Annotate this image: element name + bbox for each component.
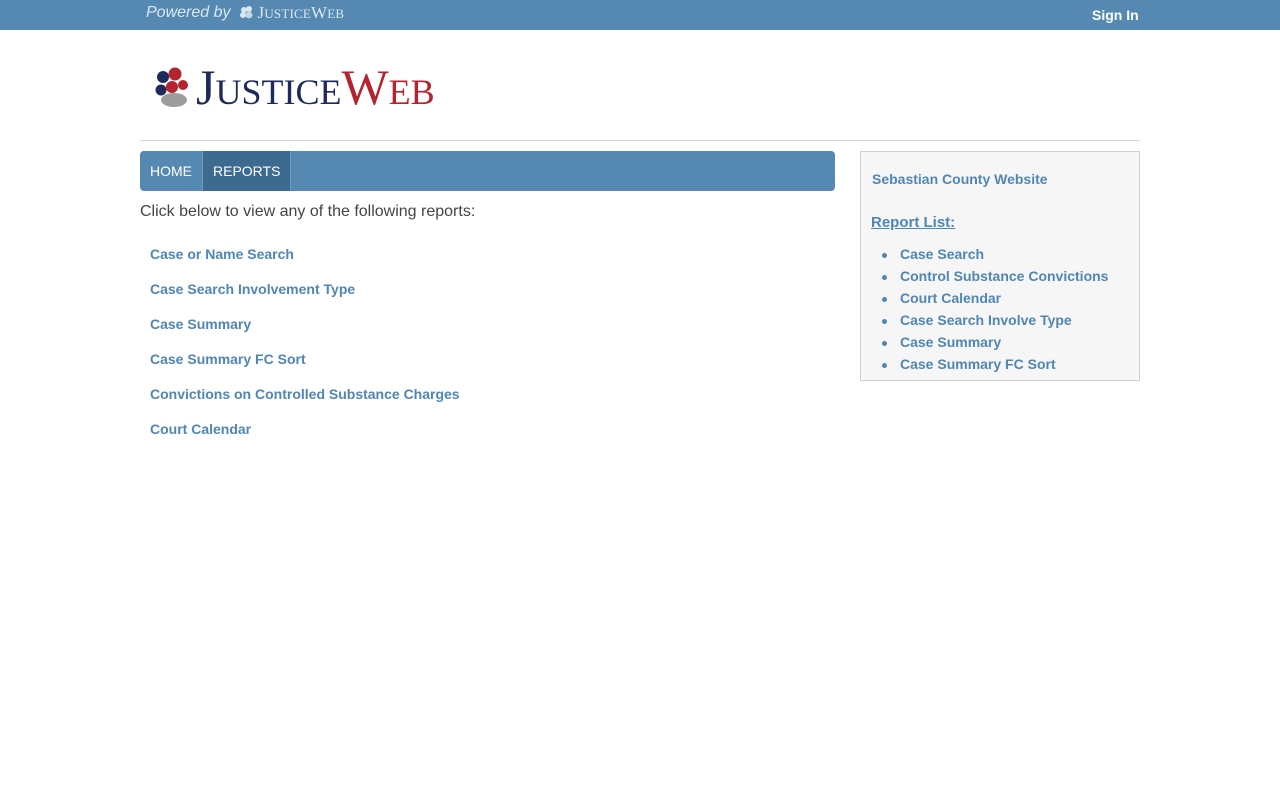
- report-links-list: Case or Name Search Case Search Involvem…: [150, 246, 460, 456]
- report-link-court-calendar[interactable]: Court Calendar: [150, 421, 251, 437]
- list-item: Case Search Involve Type: [881, 312, 1108, 334]
- list-item: Case Summary: [881, 334, 1108, 356]
- sidebar-link-control-substance-convictions[interactable]: Control Substance Convictions: [900, 268, 1108, 284]
- list-item: Court Calendar: [150, 421, 460, 456]
- county-website-link[interactable]: Sebastian County Website: [872, 171, 1048, 187]
- logo-text: JUSTICEWEB: [196, 59, 435, 115]
- report-link-case-summary-fc-sort[interactable]: Case Summary FC Sort: [150, 351, 306, 367]
- powered-by-text: Powered by: [146, 4, 231, 21]
- report-link-controlled-substance-convictions[interactable]: Convictions on Controlled Substance Char…: [150, 386, 460, 402]
- sidebar-report-list: Case Search Control Substance Conviction…: [881, 246, 1108, 378]
- mini-justiceweb-logo: JUSTICEWEB: [239, 3, 345, 23]
- justiceweb-emblem-icon: [239, 6, 252, 19]
- justiceweb-emblem-icon: [155, 67, 188, 107]
- report-list-heading: Report List:: [871, 214, 956, 231]
- sidebar-panel: Sebastian County Website Report List: Ca…: [860, 151, 1140, 381]
- sidebar-link-court-calendar[interactable]: Court Calendar: [900, 290, 1001, 306]
- top-bar: Powered by JUSTICEWEB Sign In: [0, 0, 1280, 30]
- sidebar-link-case-summary[interactable]: Case Summary: [900, 334, 1001, 350]
- report-link-case-or-name-search[interactable]: Case or Name Search: [150, 246, 294, 262]
- list-item: Case Search: [881, 246, 1108, 268]
- list-item: Control Substance Convictions: [881, 268, 1108, 290]
- powered-by: Powered by JUSTICEWEB: [146, 3, 344, 23]
- list-item: Court Calendar: [881, 290, 1108, 312]
- list-item: Convictions on Controlled Substance Char…: [150, 386, 460, 421]
- sidebar-link-case-summary-fc-sort[interactable]: Case Summary FC Sort: [900, 356, 1056, 372]
- sidebar-link-case-search[interactable]: Case Search: [900, 246, 984, 262]
- mini-brand-text: JUSTICEWEB: [257, 3, 345, 22]
- justiceweb-logo[interactable]: JUSTICEWEB: [154, 62, 435, 112]
- list-item: Case Search Involvement Type: [150, 281, 460, 316]
- sidebar-link-case-search-involve-type[interactable]: Case Search Involve Type: [900, 312, 1072, 328]
- reports-intro-text: Click below to view any of the following…: [140, 203, 476, 220]
- sign-in-link[interactable]: Sign In: [1092, 7, 1139, 23]
- report-link-case-summary[interactable]: Case Summary: [150, 316, 251, 332]
- list-item: Case Summary FC Sort: [881, 356, 1108, 378]
- report-link-case-search-involvement-type[interactable]: Case Search Involvement Type: [150, 281, 355, 297]
- list-item: Case or Name Search: [150, 246, 460, 281]
- nav-home[interactable]: HOME: [140, 151, 203, 191]
- list-item: Case Summary: [150, 316, 460, 351]
- nav-reports[interactable]: REPORTS: [203, 151, 292, 191]
- main-nav: HOME REPORTS: [140, 151, 835, 191]
- list-item: Case Summary FC Sort: [150, 351, 460, 386]
- header-divider: [140, 140, 1140, 141]
